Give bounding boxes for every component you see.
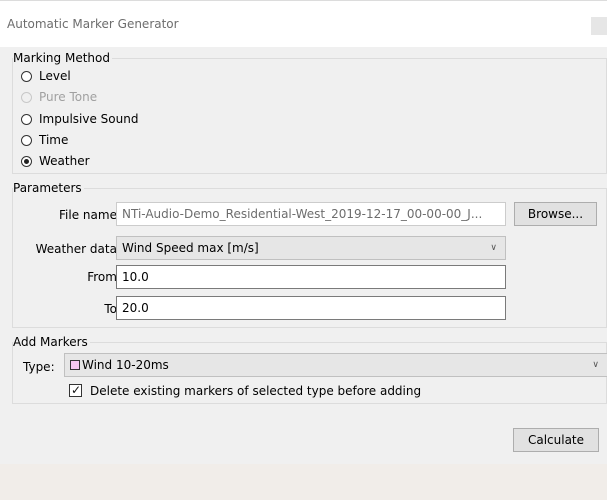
- radio-label: Pure Tone: [39, 90, 98, 104]
- top-border: [0, 0, 607, 1]
- to-input[interactable]: 20.0: [116, 296, 506, 320]
- chevron-down-icon: ∨: [592, 360, 599, 370]
- weather-data-value: Wind Speed max [m/s]: [122, 241, 259, 255]
- marker-type-value: Wind 10-20ms: [82, 358, 169, 372]
- delete-existing-label: Delete existing markers of selected type…: [90, 384, 422, 398]
- parameters-legend: Parameters: [13, 180, 84, 196]
- radio-pure-tone: Pure Tone: [21, 88, 97, 106]
- radio-label: Time: [39, 133, 69, 147]
- add-markers-legend: Add Markers: [13, 334, 90, 350]
- file-name-field[interactable]: NTi-Audio-Demo_Residential-West_2019-12-…: [116, 202, 506, 226]
- add-markers-group: Add Markers Type: Wind 10-20ms ∨ ✓ Delet…: [12, 334, 607, 404]
- status-bar: [0, 464, 607, 500]
- title-bar: Automatic Marker Generator: [0, 0, 607, 48]
- weather-data-label: Weather data:: [35, 242, 121, 256]
- browse-button[interactable]: Browse...: [514, 202, 597, 226]
- from-input[interactable]: 10.0: [116, 265, 506, 289]
- radio-impulsive-sound[interactable]: Impulsive Sound: [21, 110, 138, 128]
- radio-label: Weather: [39, 154, 90, 168]
- radio-button[interactable]: [21, 113, 32, 125]
- radio-label: Level: [39, 69, 71, 83]
- title-separator: [0, 47, 607, 48]
- radio-level[interactable]: Level: [21, 67, 71, 85]
- checkmark-icon: ✓: [71, 383, 82, 397]
- radio-button: [21, 91, 32, 103]
- radio-button[interactable]: [21, 70, 32, 82]
- close-button[interactable]: [591, 17, 607, 35]
- marker-color-swatch: [70, 360, 80, 370]
- calculate-button[interactable]: Calculate: [513, 428, 599, 452]
- file-name-label: File name:: [59, 208, 121, 222]
- marking-method-group: Marking Method Level Pure Tone Impulsive…: [12, 50, 607, 174]
- radio-button[interactable]: [21, 155, 32, 167]
- delete-existing-checkbox[interactable]: ✓: [69, 383, 82, 397]
- radio-selected-dot: [24, 158, 29, 164]
- window-title: Automatic Marker Generator: [7, 17, 179, 31]
- weather-data-dropdown[interactable]: Wind Speed max [m/s] ∨: [116, 236, 506, 260]
- radio-weather[interactable]: Weather: [21, 152, 90, 170]
- marker-type-dropdown[interactable]: Wind 10-20ms ∨: [64, 353, 607, 377]
- radio-button[interactable]: [21, 134, 32, 146]
- marking-method-legend: Marking Method: [13, 50, 112, 66]
- chevron-down-icon: ∨: [490, 243, 497, 253]
- parameters-group: Parameters File name: NTi-Audio-Demo_Res…: [12, 180, 607, 328]
- radio-label: Impulsive Sound: [39, 112, 139, 126]
- type-label: Type:: [23, 360, 55, 374]
- dialog-window: Automatic Marker Generator Marking Metho…: [0, 0, 607, 500]
- radio-time[interactable]: Time: [21, 131, 68, 149]
